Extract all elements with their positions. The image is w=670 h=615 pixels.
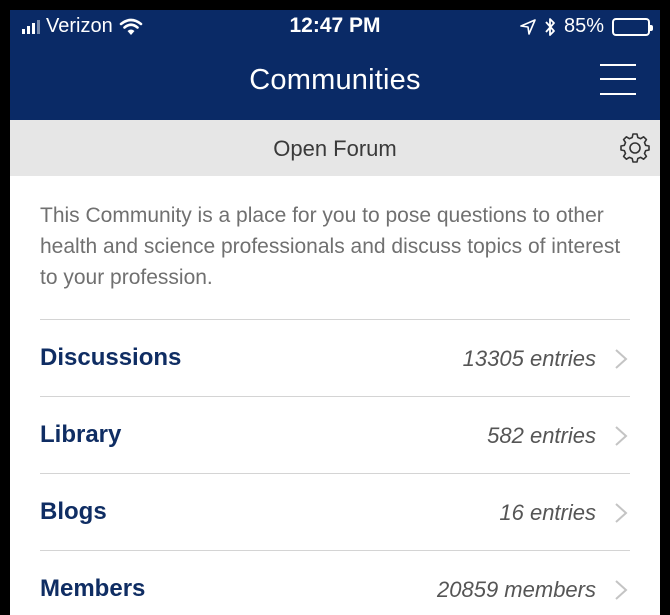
section-count: 16 entries (499, 500, 596, 525)
section-list: Discussions 13305 entries Library 582 en… (40, 320, 630, 615)
bluetooth-icon (545, 17, 555, 36)
gear-icon[interactable] (620, 133, 650, 163)
list-item-library[interactable]: Library 582 entries (40, 397, 630, 474)
top-bar: Verizon 12:47 PM 85% Communities (10, 10, 660, 120)
section-count: 582 entries (487, 423, 596, 448)
chevron-right-icon (615, 503, 628, 523)
phone-screen: Verizon 12:47 PM 85% Communities Open Fo… (10, 10, 660, 615)
list-item-blogs[interactable]: Blogs 16 entries (40, 474, 630, 551)
community-header: Open Forum (10, 120, 660, 176)
list-item-discussions[interactable]: Discussions 13305 entries (40, 320, 630, 397)
battery-percent: 85% (563, 15, 604, 37)
section-title: Discussions (40, 344, 182, 371)
status-right: 85% (520, 15, 653, 38)
section-count: 20859 members (437, 577, 596, 602)
nav-bar: Communities (10, 42, 660, 120)
section-title: Members (40, 575, 146, 602)
hamburger-menu-icon[interactable] (600, 60, 636, 98)
community-description: This Community is a place for you to pos… (40, 200, 630, 320)
section-title: Blogs (40, 498, 107, 525)
list-item-members[interactable]: Members 20859 members (40, 551, 630, 615)
page-title: Communities (249, 64, 421, 96)
location-arrow-icon (520, 18, 536, 35)
section-title: Library (40, 421, 122, 448)
chevron-right-icon (615, 349, 628, 369)
status-bar: Verizon 12:47 PM 85% (10, 10, 660, 42)
chevron-right-icon (615, 426, 628, 446)
community-name: Open Forum (273, 136, 397, 161)
section-count: 13305 entries (462, 346, 596, 371)
battery-icon (612, 17, 653, 36)
chevron-right-icon (615, 580, 628, 600)
